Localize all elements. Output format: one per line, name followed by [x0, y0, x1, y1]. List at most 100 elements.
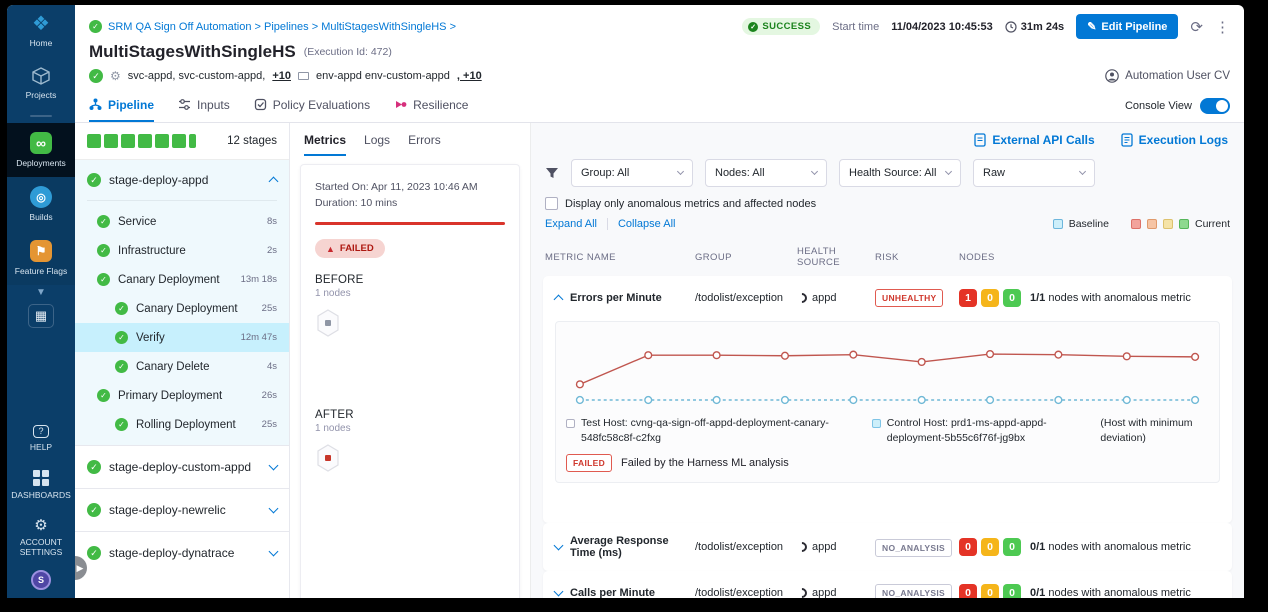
stage-row-deploy-appd[interactable]: ✓ stage-deploy-appd — [75, 160, 289, 200]
filter-funnel-icon[interactable] — [545, 166, 559, 180]
step-duration: 4s — [267, 361, 277, 372]
chevron-up-icon[interactable] — [269, 177, 279, 187]
tab-resilience[interactable]: Resilience — [394, 89, 468, 122]
after-node-count: 1 nodes — [315, 423, 505, 434]
success-check-icon: ✓ — [97, 273, 110, 286]
host-checkbox[interactable] — [872, 419, 881, 428]
tab-metrics[interactable]: Metrics — [304, 133, 346, 156]
current-user[interactable]: Automation User CV — [1105, 69, 1230, 83]
status-badge: ✓ SUCCESS — [742, 18, 820, 35]
nav-spacer — [7, 334, 75, 416]
edit-pipeline-button[interactable]: ✎ Edit Pipeline — [1076, 14, 1178, 39]
success-check-icon: ✓ — [87, 546, 101, 560]
breadcrumb[interactable]: ✓ SRM QA Sign Off Automation > Pipelines… — [89, 20, 456, 33]
step-name: Canary Delete — [136, 361, 259, 373]
tab-policy-evaluations[interactable]: Policy Evaluations — [254, 89, 370, 122]
start-time-value: 11/04/2023 10:45:53 — [891, 21, 993, 33]
after-node-hexagon[interactable] — [315, 444, 341, 472]
test-host-item[interactable]: Test Host: cvng-qa-sign-off-appd-deploym… — [566, 416, 862, 445]
document-icon — [974, 133, 986, 147]
kebab-menu-icon[interactable]: ⋮ — [1215, 18, 1230, 36]
step-name: Primary Deployment — [118, 390, 254, 402]
node-chip-yellow: 0 — [981, 584, 999, 598]
tab-inputs[interactable]: Inputs — [178, 89, 230, 122]
sidebar-item-projects[interactable]: Projects — [7, 57, 75, 109]
host-checkbox[interactable] — [566, 419, 575, 428]
appdynamics-icon — [795, 540, 809, 554]
expand-all-link[interactable]: Expand All — [545, 218, 597, 230]
metric-comparison-chart[interactable] — [566, 330, 1209, 412]
step-name: Rolling Deployment — [136, 419, 254, 431]
nodes-filter-select[interactable]: Nodes: All — [705, 159, 827, 187]
stage-step[interactable]: ✓ Canary Delete 4s — [75, 352, 289, 381]
before-node-hexagon[interactable] — [315, 309, 341, 337]
node-chip-green: 0 — [1003, 584, 1021, 598]
execution-content: 12 stages ✓ stage-deploy-appd ✓ — [75, 123, 1244, 598]
group-filter-select[interactable]: Group: All — [571, 159, 693, 187]
help-icon: ? — [33, 425, 49, 438]
expand-row-chevron-icon[interactable] — [554, 586, 564, 596]
node-chip-red: 0 — [959, 538, 977, 556]
stage-row-collapsed[interactable]: ✓ stage-deploy-dynatrace — [75, 531, 289, 574]
metric-group: /todolist/exception — [695, 292, 797, 304]
chevron-down-icon[interactable] — [269, 547, 279, 557]
sidebar-item-feature-flags[interactable]: ⚑ Feature Flags — [7, 231, 75, 285]
sidebar-item-account-settings[interactable]: ⚙ ACCOUNT SETTINGS — [7, 509, 75, 566]
module-grid-icon[interactable]: ▦ — [28, 304, 54, 328]
stage-step[interactable]: ✓ Canary Deployment 25s — [75, 294, 289, 323]
sidebar-item-help[interactable]: ? HELP — [7, 416, 75, 461]
sidebar-item-dashboards[interactable]: DASHBOARDS — [7, 461, 75, 509]
stage-step[interactable]: ✓ Service 8s — [75, 207, 289, 236]
user-avatar[interactable]: S — [31, 570, 51, 590]
step-duration: 13m 18s — [241, 274, 277, 285]
collapse-all-link[interactable]: Collapse All — [618, 218, 675, 230]
chevron-down-icon[interactable] — [269, 504, 279, 514]
stage-step[interactable]: ✓ Rolling Deployment 25s — [75, 410, 289, 439]
step-list: ✓ Service 8s ✓ Infrastructure 2s — [75, 207, 289, 439]
environment-icon — [298, 72, 309, 80]
stage-name: stage-deploy-appd — [109, 173, 262, 187]
sidebar-item-builds[interactable]: ◎ Builds — [7, 177, 75, 231]
stage-row-collapsed[interactable]: ✓ stage-deploy-newrelic — [75, 488, 289, 531]
collapse-row-chevron-icon[interactable] — [554, 294, 564, 304]
sidebar-label: HELP — [30, 442, 52, 452]
console-view-toggle[interactable] — [1200, 98, 1230, 114]
warning-icon: ▲ — [326, 244, 335, 254]
nav-more-chevron-icon[interactable]: ▼ — [7, 285, 75, 302]
sidebar-label: Projects — [26, 90, 57, 100]
expand-row-chevron-icon[interactable] — [554, 541, 564, 551]
chevron-down-icon — [945, 168, 952, 175]
stage-row-collapsed[interactable]: ✓ stage-deploy-custom-appd — [75, 445, 289, 488]
tab-pipeline[interactable]: Pipeline — [89, 89, 154, 122]
tab-logs[interactable]: Logs — [364, 133, 390, 156]
sidebar-label: DASHBOARDS — [11, 490, 71, 500]
chevron-down-icon[interactable] — [269, 461, 279, 471]
stage-step[interactable]: ✓ Canary Deployment 13m 18s — [75, 265, 289, 294]
stage-step[interactable]: ✓ Verify 12m 47s — [75, 323, 289, 352]
sidebar-item-home[interactable]: ❖ Home — [7, 5, 75, 57]
health-source-filter-select[interactable]: Health Source: All — [839, 159, 961, 187]
tab-errors[interactable]: Errors — [408, 133, 441, 156]
anomalous-only-checkbox[interactable] — [545, 197, 558, 210]
breadcrumb-text[interactable]: SRM QA Sign Off Automation > Pipelines >… — [108, 21, 456, 33]
raw-filter-select[interactable]: Raw — [973, 159, 1095, 187]
after-label: AFTER — [315, 409, 505, 421]
services-more-link[interactable]: +10 — [272, 70, 291, 82]
console-view-label: Console View — [1125, 100, 1192, 112]
stage-step[interactable]: ✓ Infrastructure 2s — [75, 236, 289, 265]
success-check-icon: ✓ — [115, 418, 128, 431]
external-api-calls-link[interactable]: External API Calls — [974, 133, 1094, 147]
execution-logs-link[interactable]: Execution Logs — [1121, 133, 1228, 147]
success-check-icon: ✓ — [89, 20, 102, 33]
chevron-down-icon — [811, 168, 818, 175]
ml-verdict-badge: FAILED — [566, 454, 612, 472]
environments-more-link[interactable]: , +10 — [457, 70, 482, 82]
refresh-icon[interactable]: ⟳ — [1190, 18, 1203, 36]
page-title: MultiStagesWithSingleHS — [89, 42, 296, 62]
stage-step[interactable]: ✓ Primary Deployment 26s — [75, 381, 289, 410]
metric-detail-box: Test Host: cvng-qa-sign-off-appd-deploym… — [555, 321, 1220, 483]
control-host-item[interactable]: Control Host: prd1-ms-appd-appd-deployme… — [872, 416, 1091, 445]
home-icon: ❖ — [32, 14, 50, 34]
sidebar-item-deployments[interactable]: ∞ Deployments — [7, 123, 75, 177]
appdynamics-icon — [795, 290, 809, 304]
